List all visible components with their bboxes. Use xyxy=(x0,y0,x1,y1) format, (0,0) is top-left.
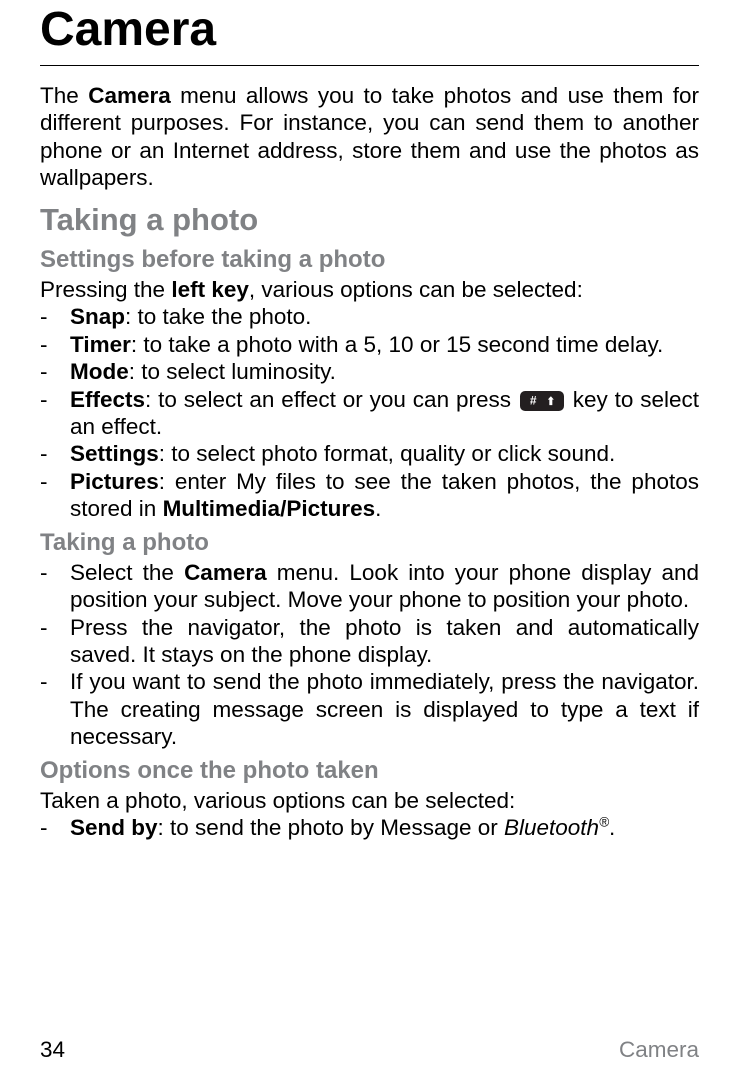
bullet-dash: - xyxy=(40,468,70,523)
effects-label: Effects xyxy=(70,387,145,412)
list-item: - Settings: to select photo format, qual… xyxy=(40,440,699,467)
list-item: - Effects: to select an effect or you ca… xyxy=(40,386,699,441)
page-number: 34 xyxy=(40,1037,65,1063)
hash-key-icon xyxy=(520,391,564,411)
bullet-dash: - xyxy=(40,668,70,750)
camera-bold: Camera xyxy=(88,83,171,108)
title-divider xyxy=(40,65,699,66)
bullet-dash: - xyxy=(40,614,70,669)
text: : to select an effect or you can press xyxy=(145,387,518,412)
snap-label: Snap xyxy=(70,304,125,329)
text: : to take a photo with a 5, 10 or 15 sec… xyxy=(131,332,663,357)
list-content: Mode: to select luminosity. xyxy=(70,358,699,385)
list-content: Select the Camera menu. Look into your p… xyxy=(70,559,699,614)
text: . xyxy=(609,815,615,840)
list-item: - Snap: to take the photo. xyxy=(40,303,699,330)
list-item: - Mode: to select luminosity. xyxy=(40,358,699,385)
left-key-bold: left key xyxy=(171,277,249,302)
multimedia-pictures-bold: Multimedia/Pictures xyxy=(163,496,376,521)
bullet-dash: - xyxy=(40,559,70,614)
settings-intro: Pressing the left key, various options c… xyxy=(40,276,699,303)
list-item: - If you want to send the photo immediat… xyxy=(40,668,699,750)
mode-label: Mode xyxy=(70,359,129,384)
list-item: - Send by: to send the photo by Message … xyxy=(40,814,699,841)
list-item: - Select the Camera menu. Look into your… xyxy=(40,559,699,614)
page-footer: 34 Camera xyxy=(40,1037,699,1063)
list-content: If you want to send the photo immediatel… xyxy=(70,668,699,750)
settings-options-list: - Snap: to take the photo. - Timer: to t… xyxy=(40,303,699,523)
list-content: Snap: to take the photo. xyxy=(70,303,699,330)
bluetooth-italic: Bluetooth® xyxy=(504,815,609,840)
bullet-dash: - xyxy=(40,814,70,841)
text: : to send the photo by Message or xyxy=(158,815,504,840)
subsection-options-once-taken: Options once the photo taken xyxy=(40,757,699,785)
bullet-dash: - xyxy=(40,303,70,330)
text: Select the xyxy=(70,560,184,585)
taking-steps-list: - Select the Camera menu. Look into your… xyxy=(40,559,699,751)
options-intro: Taken a photo, various options can be se… xyxy=(40,787,699,814)
footer-section-name: Camera xyxy=(619,1037,699,1063)
section-taking-a-photo: Taking a photo xyxy=(40,202,699,238)
list-content: Press the navigator, the photo is taken … xyxy=(70,614,699,669)
options-list: - Send by: to send the photo by Message … xyxy=(40,814,699,841)
list-content: Settings: to select photo format, qualit… xyxy=(70,440,699,467)
settings-label: Settings xyxy=(70,441,159,466)
registered-mark: ® xyxy=(599,815,609,830)
list-content: Effects: to select an effect or you can … xyxy=(70,386,699,441)
list-item: - Pictures: enter My files to see the ta… xyxy=(40,468,699,523)
bullet-dash: - xyxy=(40,358,70,385)
text: : to take the photo. xyxy=(125,304,311,329)
timer-label: Timer xyxy=(70,332,131,357)
intro-paragraph: The Camera menu allows you to take photo… xyxy=(40,82,699,192)
text: : to select luminosity. xyxy=(129,359,336,384)
pictures-label: Pictures xyxy=(70,469,159,494)
list-content: Pictures: enter My files to see the take… xyxy=(70,468,699,523)
send-by-label: Send by xyxy=(70,815,158,840)
subsection-settings-before: Settings before taking a photo xyxy=(40,246,699,274)
text: : to select photo format, quality or cli… xyxy=(159,441,615,466)
text: The xyxy=(40,83,88,108)
bullet-dash: - xyxy=(40,331,70,358)
list-content: Send by: to send the photo by Message or… xyxy=(70,814,699,841)
bullet-dash: - xyxy=(40,440,70,467)
list-content: Timer: to take a photo with a 5, 10 or 1… xyxy=(70,331,699,358)
subsection-taking-a-photo: Taking a photo xyxy=(40,529,699,557)
list-item: - Timer: to take a photo with a 5, 10 or… xyxy=(40,331,699,358)
text: , various options can be selected: xyxy=(249,277,583,302)
list-item: - Press the navigator, the photo is take… xyxy=(40,614,699,669)
camera-bold: Camera xyxy=(184,560,267,585)
text: . xyxy=(375,496,381,521)
bullet-dash: - xyxy=(40,386,70,441)
text: Pressing the xyxy=(40,277,171,302)
page-title: Camera xyxy=(40,0,699,65)
